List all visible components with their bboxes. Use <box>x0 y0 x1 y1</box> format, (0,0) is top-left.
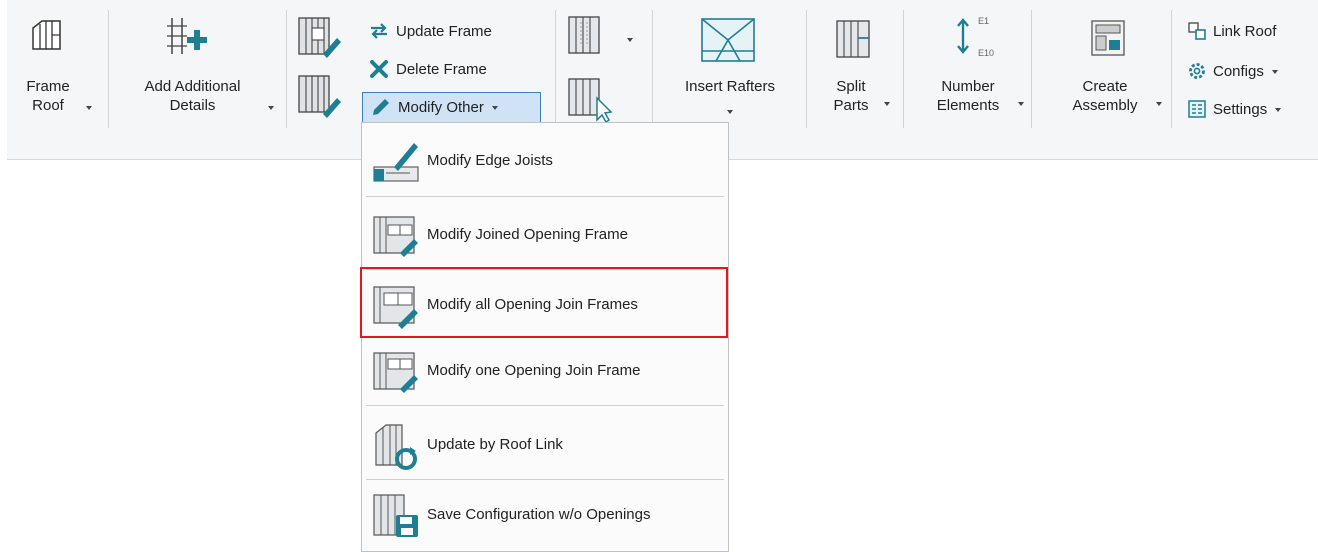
modify-other-content[interactable]: Modify Other <box>370 94 498 120</box>
ribbon-separator <box>1031 10 1032 128</box>
chevron-down-icon <box>268 106 274 110</box>
delete-frame-label: Delete Frame <box>396 60 487 78</box>
opening-frame-icon <box>373 216 418 257</box>
menu-item-label: Save Configuration w/o Openings <box>427 506 651 523</box>
menu-item-label: Modify Edge Joists <box>427 152 553 169</box>
insert-rafters-label: Insert Rafters <box>684 78 776 95</box>
edge-joists-icon <box>373 143 419 182</box>
chevron-down-icon <box>884 102 890 106</box>
configs-button[interactable]: Configs <box>1187 58 1278 84</box>
frame-roof-label-2: Roof <box>32 97 64 114</box>
chevron-down-icon <box>86 106 92 110</box>
menu-item-label: Modify one Opening Join Frame <box>427 362 641 379</box>
rafters-icon <box>701 18 755 62</box>
link-roof-label: Link Roof <box>1213 22 1277 40</box>
menu-item-save-configuration[interactable]: Save Configuration w/o Openings <box>362 481 728 549</box>
add-details-label-1: Add Additional <box>144 78 241 95</box>
frame-columns-icon <box>568 16 600 54</box>
delete-frame-button[interactable]: Delete Frame <box>368 56 487 82</box>
menu-separator <box>366 479 724 480</box>
menu-item-modify-edge-joists[interactable]: Modify Edge Joists <box>362 127 728 195</box>
update-frame-label: Update Frame <box>396 22 492 40</box>
menu-separator <box>366 405 724 406</box>
menu-item-update-by-roof-link[interactable]: Update by Roof Link <box>362 411 728 479</box>
gear-icon <box>1189 63 1205 79</box>
frame-edit-button[interactable] <box>293 14 353 64</box>
opening-frame-one-icon <box>373 352 418 393</box>
chevron-down-icon <box>1018 102 1024 106</box>
frame-select-icon <box>568 78 613 124</box>
save-disk-icon <box>373 494 418 537</box>
ribbon-separator <box>903 10 904 128</box>
menu-item-label: Modify Joined Opening Frame <box>427 226 628 243</box>
split-parts-button[interactable]: Split Parts <box>820 10 900 130</box>
frame-refresh-button[interactable] <box>293 72 353 122</box>
ribbon-separator <box>652 10 653 128</box>
ribbon-separator <box>108 10 109 128</box>
badge-e10: E10 <box>978 48 995 58</box>
chevron-down-icon <box>727 110 733 114</box>
settings-label: Settings <box>1213 100 1268 118</box>
frame-select-button[interactable] <box>565 76 625 126</box>
configs-label: Configs <box>1213 62 1264 80</box>
close-icon <box>370 60 388 78</box>
modify-other-label: Modify Other <box>398 98 484 116</box>
split-parts-icon <box>836 20 870 58</box>
create-assembly-label-2: Assembly <box>1072 97 1138 114</box>
frame-edit-icon <box>298 17 341 58</box>
menu-item-modify-one-opening-join-frame[interactable]: Modify one Opening Join Frame <box>362 337 728 405</box>
settings-panel-icon <box>1188 100 1206 118</box>
chevron-down-icon <box>1271 70 1278 74</box>
update-frame-button[interactable]: Update Frame <box>368 18 492 44</box>
assembly-icon <box>1091 20 1125 56</box>
frame-roof-label-1: Frame <box>26 78 70 95</box>
settings-button[interactable]: Settings <box>1187 96 1282 122</box>
pencil-icon <box>373 99 389 115</box>
sync-arrows-icon <box>371 23 387 39</box>
chevron-down-icon <box>1156 102 1162 106</box>
create-assembly-label-1: Create <box>1082 78 1128 95</box>
number-elements-label-2: Elements <box>936 97 1000 114</box>
menu-item-label: Update by Roof Link <box>427 436 563 453</box>
add-additional-details-button[interactable]: Add Additional Details <box>120 10 280 130</box>
roof-link-update-icon <box>375 424 417 470</box>
link-icon <box>1188 22 1206 40</box>
menu-item-modify-joined-opening-frame[interactable]: Modify Joined Opening Frame <box>362 201 728 269</box>
frame-columns-button[interactable] <box>565 14 640 64</box>
split-parts-label-1: Split <box>836 78 866 95</box>
badge-e1: E1 <box>978 16 990 26</box>
ribbon-separator <box>1171 10 1172 128</box>
ribbon-separator <box>286 10 287 128</box>
frame-roof-icon <box>32 20 61 50</box>
highlight-annotation-box <box>360 267 728 338</box>
number-elements-button[interactable]: E1 E10 Number Elements <box>918 10 1028 130</box>
ribbon-separator <box>806 10 807 128</box>
add-details-icon <box>167 18 207 54</box>
menu-separator <box>366 196 724 197</box>
chevron-down-icon <box>491 106 498 110</box>
number-elements-label-1: Number <box>941 78 995 95</box>
frame-refresh-icon <box>298 75 341 118</box>
add-details-label-2: Details <box>169 97 216 114</box>
insert-rafters-button[interactable]: Insert Rafters <box>665 10 795 130</box>
link-roof-button[interactable]: Link Roof <box>1187 18 1276 44</box>
create-assembly-button[interactable]: Create Assembly <box>1055 10 1165 130</box>
chevron-down-icon <box>627 38 633 42</box>
frame-roof-button[interactable]: Frame Roof <box>20 10 98 130</box>
chevron-down-icon <box>1275 108 1282 112</box>
ribbon-separator <box>555 10 556 128</box>
split-parts-label-2: Parts <box>833 97 869 114</box>
